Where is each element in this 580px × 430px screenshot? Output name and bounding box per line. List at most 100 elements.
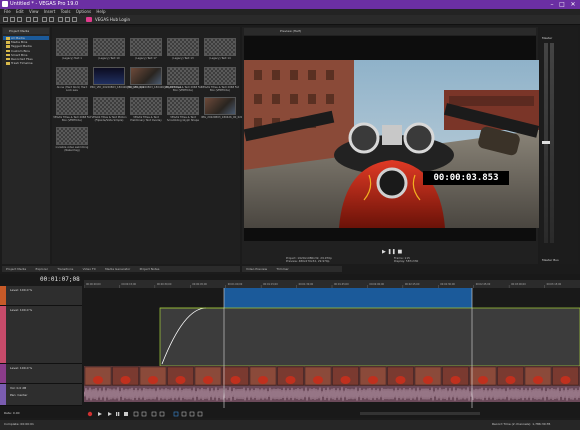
stop-icon[interactable] (124, 412, 128, 416)
close-button[interactable]: ✕ (569, 1, 577, 8)
render-icon[interactable] (33, 17, 38, 22)
media-thumbnail[interactable] (204, 38, 236, 56)
track-header-audio[interactable]: Vol: 0.0 dB Pan: Center (0, 384, 82, 406)
ruler-label: 00:01:30;00 (299, 283, 314, 286)
track-headers: Level: 100.0 % Level: 100.0 % Level: 100… (0, 286, 82, 406)
master-fader-handle[interactable] (542, 141, 550, 144)
timeline-timecode: 00:01:07;08 (40, 276, 80, 283)
tab-video-fx[interactable]: Video FX (79, 266, 100, 272)
stop-icon[interactable]: ■ (397, 249, 402, 255)
tab-project-notes[interactable]: Project Notes (136, 266, 164, 272)
pause-icon[interactable] (116, 412, 118, 416)
ruler-ticks: 00:00:00;00 00:00:15;00 00:00:30;00 00:00:4… (83, 283, 562, 288)
track-header-video-2[interactable]: Level: 100.0 % (0, 306, 82, 364)
media-caption: (Legacy) Text 13 (172, 57, 194, 60)
media-thumbnail[interactable] (56, 127, 88, 145)
tab-explorer[interactable]: Explorer (32, 266, 53, 272)
project-media-header[interactable]: Project Media (3, 28, 49, 34)
normal-edit-tool-icon[interactable] (173, 411, 179, 417)
media-thumbnail[interactable] (93, 67, 125, 85)
display-info: Display: 587x330 (394, 259, 419, 263)
media-thumbnail[interactable] (56, 38, 88, 56)
envelope-tool-icon[interactable] (181, 411, 187, 417)
cut-icon[interactable] (58, 17, 63, 22)
hub-login-link[interactable]: VEGAS Hub Login (95, 17, 130, 22)
filmstrip-tank (93, 376, 103, 384)
media-thumbnail[interactable] (130, 67, 162, 85)
track-header-video-1[interactable]: Level: 100.0 % (0, 286, 82, 306)
transport-buttons (87, 411, 203, 417)
media-thumbnail[interactable] (130, 38, 162, 56)
horizontal-scrollbar[interactable] (360, 412, 480, 415)
tab-transitions[interactable]: Transitions (53, 266, 77, 272)
play-icon[interactable] (108, 412, 112, 416)
media-tree: All Media Media Bins Tagged Media Custom… (3, 36, 49, 65)
tree-item-trash-timeline[interactable]: Trash Timeline (3, 61, 49, 65)
master-bus-tab[interactable]: Master Bus (542, 258, 559, 262)
media-caption: VEGAS Titles & Text 2068 Fat Box (VERTIC… (164, 86, 202, 92)
filmstrip-tank (533, 376, 543, 384)
split-tool-icon[interactable] (197, 411, 203, 417)
loop-play-icon[interactable] (98, 412, 102, 416)
go-start-icon[interactable] (133, 411, 139, 417)
media-thumbnail[interactable] (93, 97, 125, 115)
tab-project-media[interactable]: Project Media (2, 266, 30, 272)
media-thumbnail[interactable] (204, 97, 236, 115)
next-frame-icon[interactable] (159, 411, 165, 417)
pause-icon[interactable]: ❚❚ (387, 249, 395, 255)
preview-frame (244, 60, 539, 228)
pause-icon[interactable] (118, 412, 120, 416)
play-icon[interactable]: ▶ (382, 249, 386, 255)
timeline-ruler[interactable]: 00:00:00;00 00:00:15;00 00:00:30;00 00:00:4… (83, 280, 580, 288)
selection-tool-icon[interactable] (189, 411, 195, 417)
redo-icon[interactable] (49, 17, 54, 22)
tab-media-generator[interactable]: Media Generator (101, 266, 134, 272)
media-caption: VEGAS Titles & Text 2068 Fat Box (VERTIC… (201, 86, 239, 92)
tab-trimmer[interactable]: Trimmer (272, 266, 292, 272)
new-project-icon[interactable] (3, 17, 8, 22)
media-thumbnail[interactable] (130, 97, 162, 115)
undo-icon[interactable] (42, 17, 47, 22)
ruler-label: 00:01:45;00 (334, 283, 349, 286)
media-thumbnail[interactable] (204, 67, 236, 85)
open-icon[interactable] (10, 17, 15, 22)
ruler-label: 00:00:30;00 (157, 283, 172, 286)
master-bus-panel: Master Master Bus (540, 27, 578, 264)
vegas-hub-icon[interactable] (86, 17, 92, 22)
ruler-label: 00:00:45;00 (192, 283, 207, 286)
timeline-tracks[interactable] (84, 288, 580, 408)
media-thumbnail[interactable] (56, 67, 88, 85)
media-thumbnail[interactable] (56, 97, 88, 115)
track-color-bar (0, 384, 6, 405)
ruler-label: 00:00:00;00 (86, 283, 101, 286)
save-icon[interactable] (17, 17, 22, 22)
prev-frame-icon[interactable] (151, 411, 157, 417)
media-thumbnail[interactable] (167, 97, 199, 115)
preview-quality-dropdown[interactable]: Preview (Half) (280, 29, 301, 33)
go-end-icon[interactable] (141, 411, 147, 417)
media-caption: PRO_VID_20220803_180426_00_038.mp4 (127, 86, 182, 89)
media-caption: (Legacy) Text 1 (62, 57, 82, 60)
paste-icon[interactable] (72, 17, 77, 22)
record-icon[interactable] (87, 411, 93, 417)
title-clip[interactable] (159, 307, 580, 367)
filmstrip-tank (505, 376, 516, 384)
media-caption: (Legacy) Text 14 (209, 57, 231, 60)
left-panel-tabs: Project Media Explorer Transitions Video… (2, 266, 240, 272)
media-thumbnail[interactable] (93, 38, 125, 56)
filmstrip-tank (423, 376, 433, 384)
copy-icon[interactable] (65, 17, 70, 22)
loop-region[interactable] (224, 288, 472, 308)
track-level: Level: 100.0 % (10, 288, 33, 292)
maximize-button[interactable]: □ (558, 1, 566, 8)
tab-video-preview[interactable]: Video Preview (242, 266, 271, 272)
preview-transport: ▶ ❚❚ ■ (382, 249, 402, 255)
media-caption: VEGAS Titles & Text Preliminary Text Ove… (130, 116, 162, 122)
filmstrip-tank (258, 376, 268, 384)
media-thumbnail[interactable] (167, 38, 199, 56)
project-media-tree-panel: Project Media All Media Media Bins Tagge… (2, 27, 50, 264)
track-header-video-3[interactable]: Level: 100.0 % (0, 364, 82, 384)
minimize-button[interactable]: – (548, 1, 556, 8)
properties-icon[interactable] (26, 17, 31, 22)
media-thumbnail[interactable] (167, 67, 199, 85)
